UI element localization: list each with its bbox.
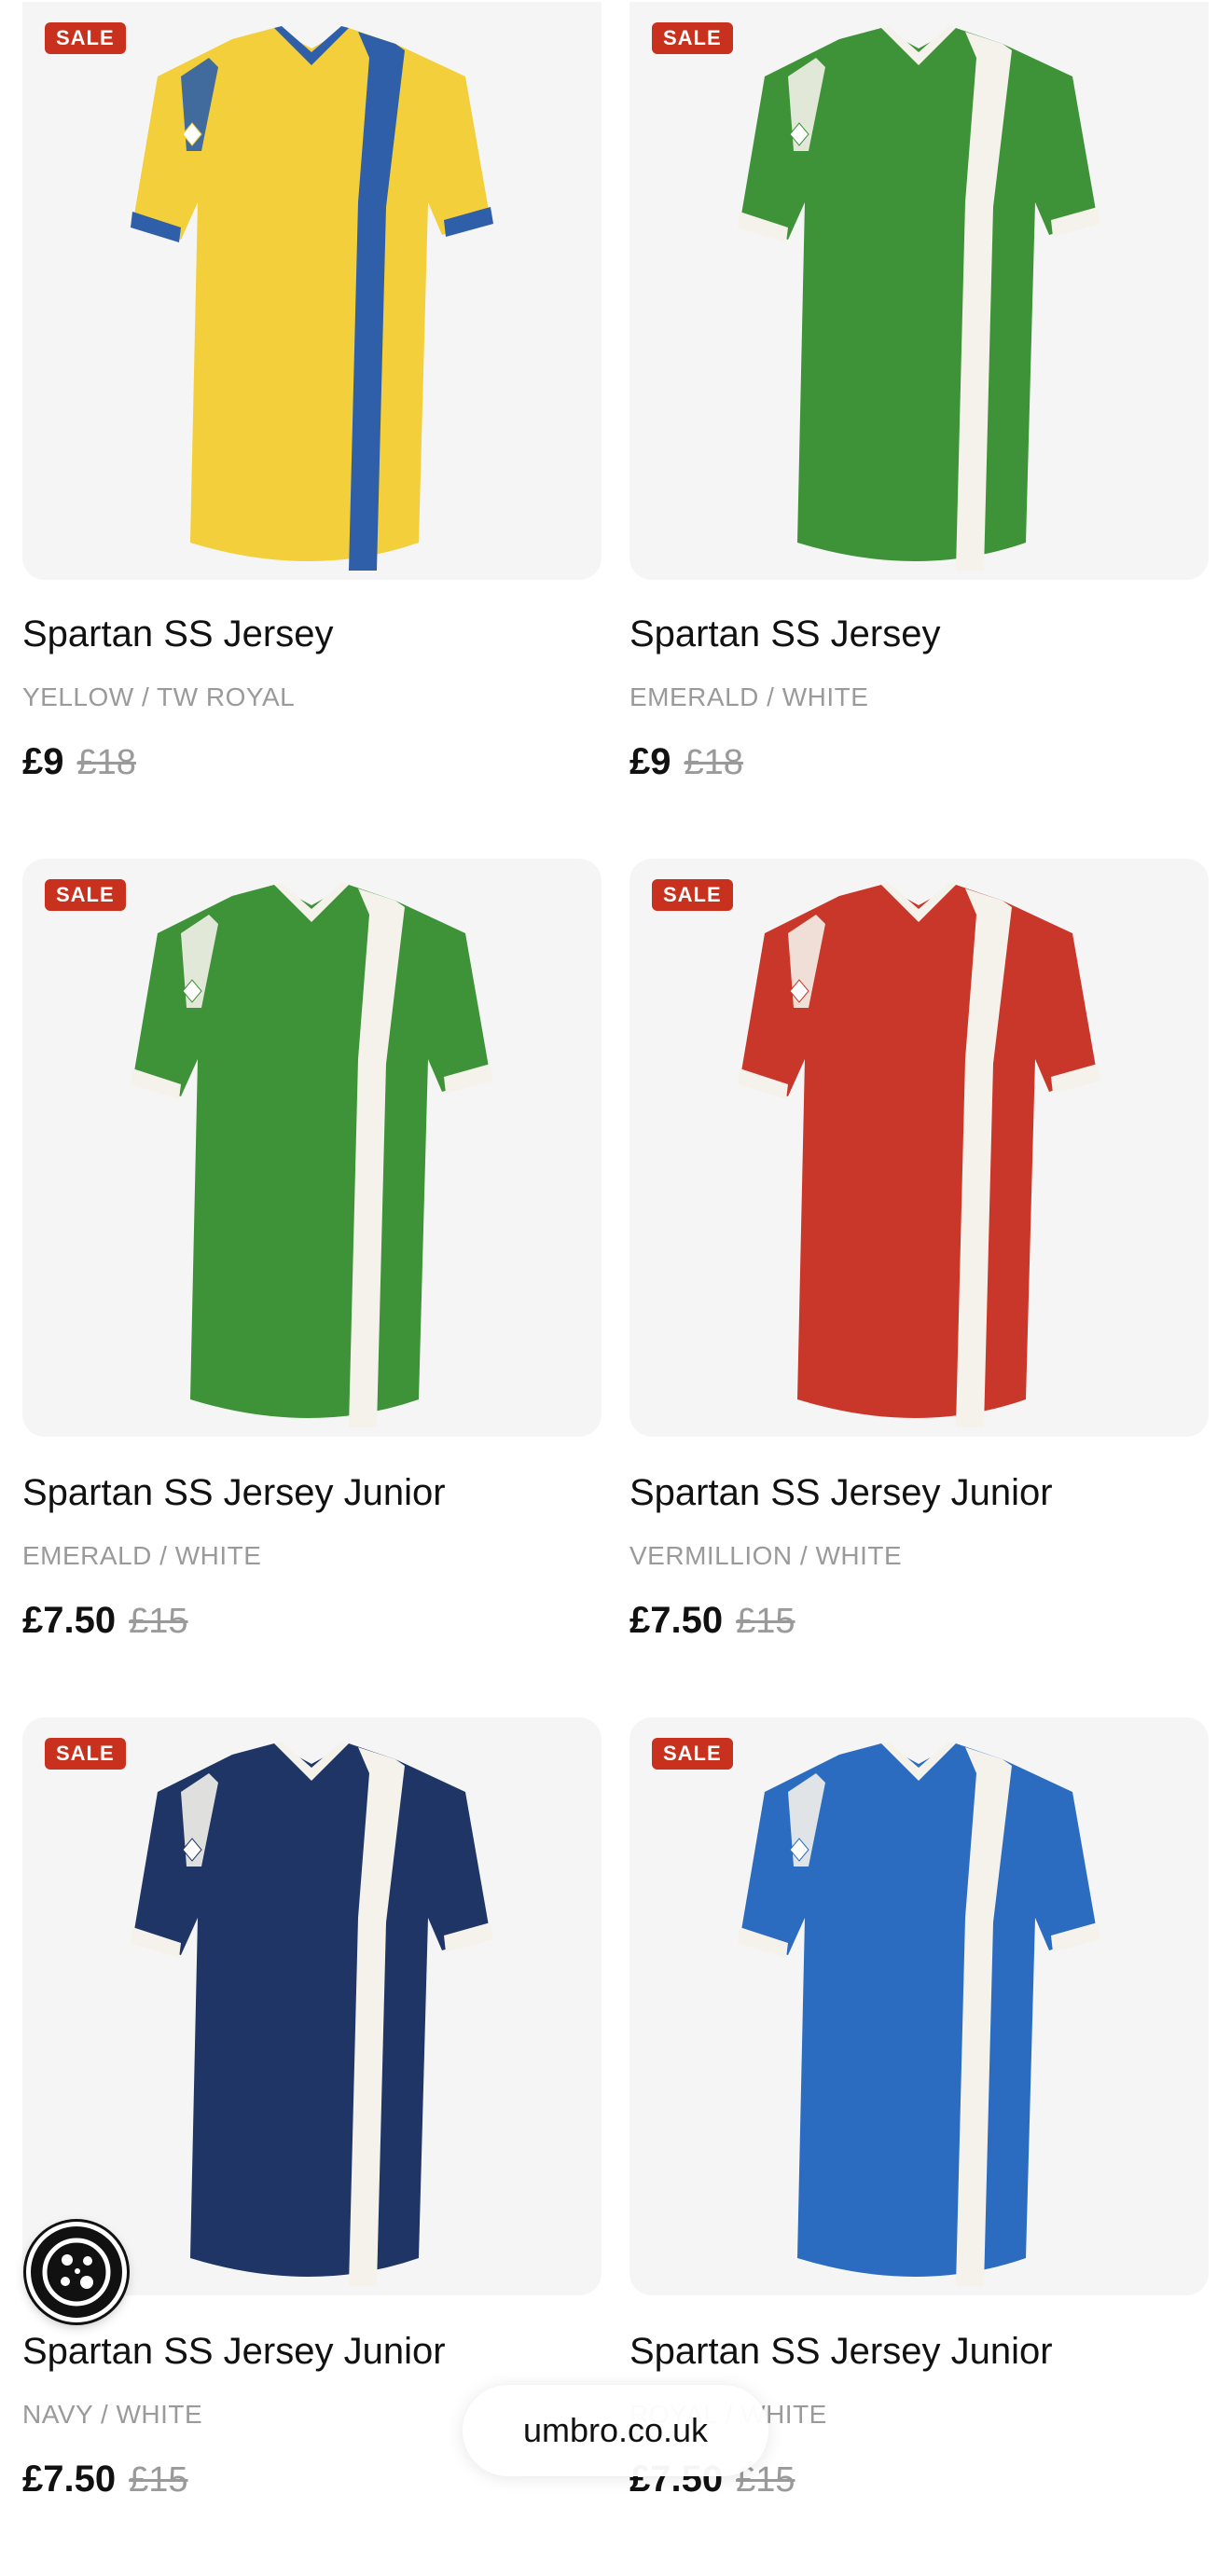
original-price: £15 — [129, 1602, 188, 1641]
product-card[interactable]: SALE Spartan SS Jersey YELLOW / TW ROYAL £9… — [22, 0, 602, 859]
sale-badge: SALE — [45, 22, 126, 54]
product-image[interactable]: SALE — [22, 859, 602, 1437]
sale-badge: SALE — [652, 1738, 733, 1770]
sale-price: £7.50 — [629, 1600, 724, 1641]
sale-price: £9 — [22, 741, 64, 782]
product-image[interactable]: SALE — [629, 859, 1209, 1437]
original-price: £15 — [129, 2460, 188, 2500]
original-price: £15 — [736, 1602, 795, 1641]
cookie-icon — [42, 2238, 111, 2307]
sale-badge: SALE — [652, 22, 733, 54]
product-colour: NAVY / WHITE — [22, 2400, 203, 2429]
product-card[interactable]: SALE Spartan SS Jersey EMERALD / WHITE £9 £1… — [629, 0, 1209, 859]
jersey-illustration — [131, 883, 493, 1427]
browser-url-bar[interactable]: umbro.co.uk — [463, 2385, 768, 2476]
price-row: £7.50 £15 — [22, 2459, 188, 2500]
sale-badge: SALE — [652, 879, 733, 911]
price-row: £7.50 £15 — [22, 1600, 188, 1642]
product-card[interactable]: SALE Spartan SS Jersey Junior EMERALD / WH… — [22, 859, 602, 1717]
product-name[interactable]: Spartan SS Jersey — [22, 613, 334, 655]
jersey-illustration — [738, 1742, 1100, 2286]
product-colour: VERMILLION / WHITE — [629, 1541, 903, 1570]
product-image[interactable]: SALE — [629, 1717, 1209, 2295]
sale-price: £9 — [629, 741, 671, 782]
product-colour: YELLOW / TW ROYAL — [22, 682, 296, 711]
product-image[interactable]: SALE — [22, 1717, 602, 2295]
product-name[interactable]: Spartan SS Jersey Junior — [629, 2331, 1053, 2373]
product-grid: SALE Spartan SS Jersey YELLOW / TW ROYAL £9… — [22, 0, 1209, 2576]
sale-price: £7.50 — [22, 1600, 117, 1641]
original-price: £18 — [684, 743, 743, 782]
url-text: umbro.co.uk — [522, 2411, 709, 2449]
original-price: £18 — [76, 743, 136, 782]
product-name[interactable]: Spartan SS Jersey Junior — [22, 2331, 446, 2373]
product-card[interactable]: SALE Spartan SS Jersey Junior VERMILLION /… — [629, 859, 1209, 1717]
jersey-illustration — [738, 26, 1100, 571]
jersey-illustration — [738, 883, 1100, 1427]
product-image[interactable]: SALE — [629, 2, 1209, 580]
sale-badge: SALE — [45, 1738, 126, 1770]
sale-price: £7.50 — [22, 2459, 117, 2500]
product-colour: EMERALD / WHITE — [629, 682, 869, 711]
price-row: £9 £18 — [629, 741, 743, 783]
product-image[interactable]: SALE — [22, 2, 602, 580]
product-name[interactable]: Spartan SS Jersey Junior — [629, 1472, 1053, 1514]
jersey-illustration — [131, 26, 493, 571]
product-colour: EMERALD / WHITE — [22, 1541, 262, 1570]
product-name[interactable]: Spartan SS Jersey Junior — [22, 1472, 446, 1514]
sale-badge: SALE — [45, 879, 126, 911]
price-row: £7.50 £15 — [629, 1600, 795, 1642]
cookie-settings-button[interactable] — [26, 2222, 127, 2322]
price-row: £9 £18 — [22, 741, 136, 783]
product-name[interactable]: Spartan SS Jersey — [629, 613, 941, 655]
jersey-illustration — [131, 1742, 493, 2286]
